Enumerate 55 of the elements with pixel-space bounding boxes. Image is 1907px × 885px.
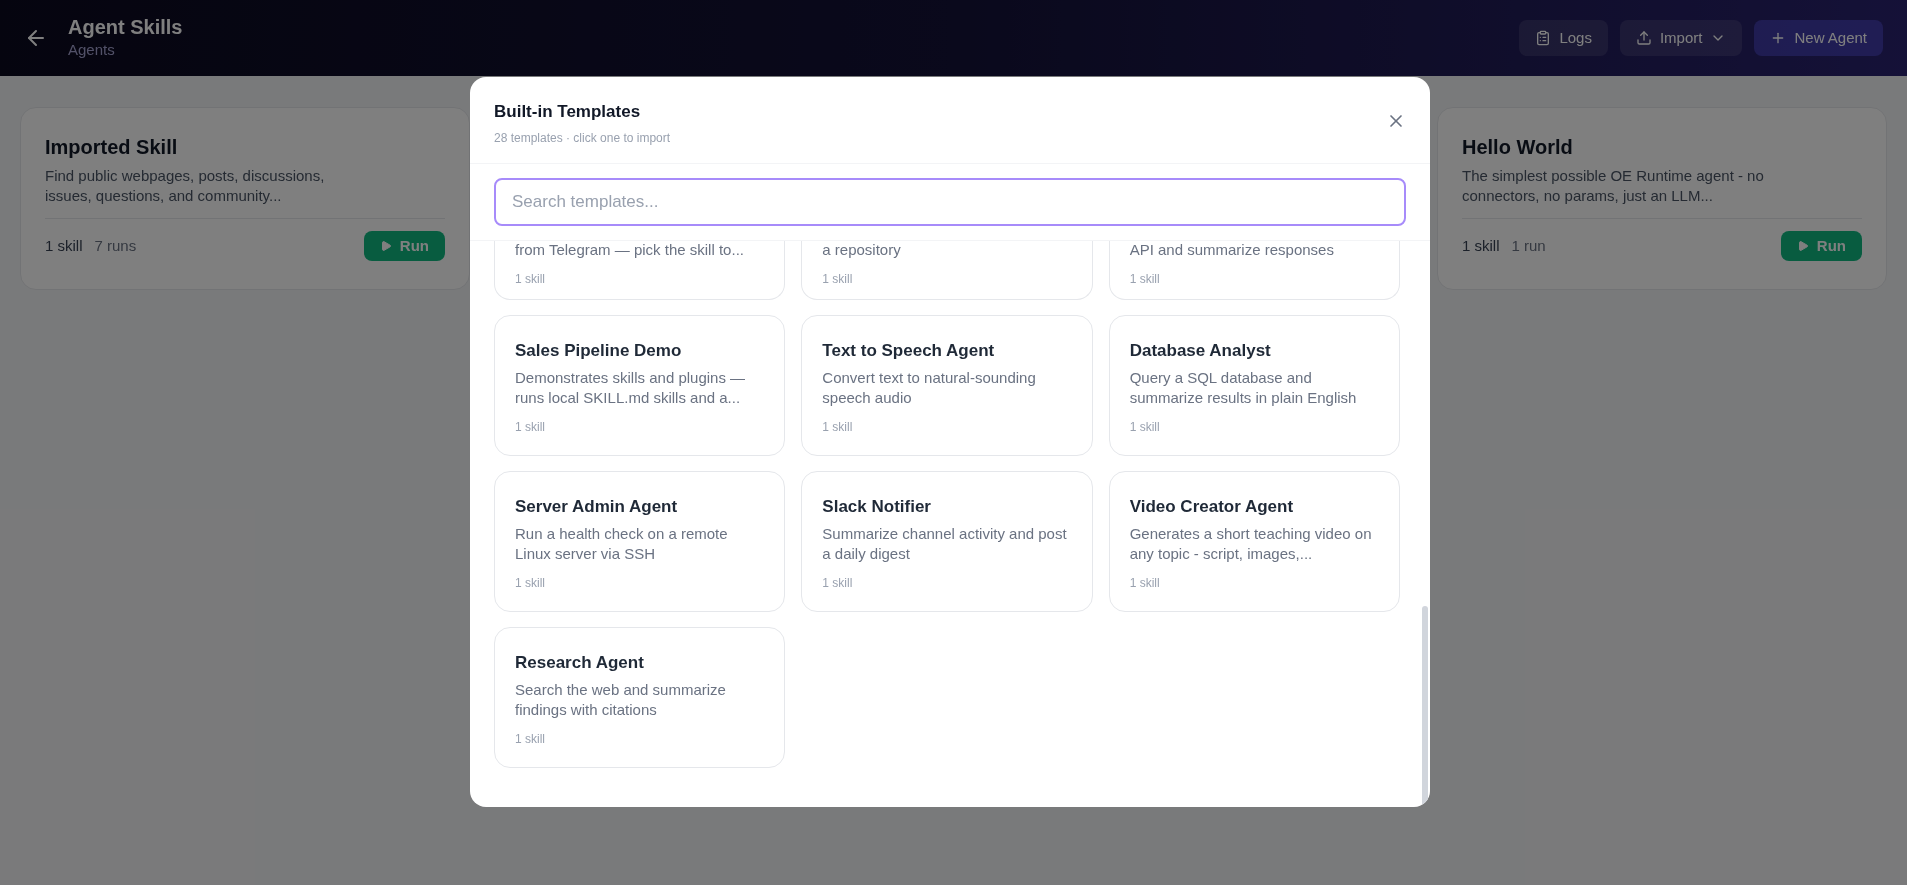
scrollbar-thumb[interactable] [1422,606,1428,806]
run-count: 7 runs [94,235,137,256]
template-name: Text to Speech Agent [822,340,996,362]
template-skill-count: 1 skill [822,271,854,288]
agent-name: Hello World [1462,135,1574,160]
template-description: Convert text to natural-sounding speech audio [822,367,1037,408]
template-skill-count: 1 skill [515,730,546,748]
play-icon [379,240,392,252]
template-name: Sales Pipeline Demo [515,340,683,362]
template-description: Run a health check on a remote Linux server via SSH [515,523,729,564]
template-description: from Telegram — pick the skill to... [515,241,745,260]
template-description: Demonstrates skills and plugins — runs local SKILL.md skills and a... [515,367,747,408]
template-card[interactable]: Sales Pipeline Demo Demonstrates skills and plugins — runs local SKILL.md skills and a... 1 skill [494,315,786,456]
template-skill-count: 1 skill [1129,418,1161,436]
template-name: Database Analyst [1129,340,1272,362]
template-card[interactable]: Database Analyst Query a SQL database and summarize results in plain English 1 skill [1108,315,1400,456]
template-skill-count: 1 skill [515,574,546,592]
template-name: Slack Notifier [822,496,932,518]
template-skill-count: 1 skill [822,574,854,592]
skill-count: 1 skill [1462,235,1500,256]
template-description: Summarize channel activity and post a daily digest [822,523,1068,564]
template-name: Server Admin Agent [515,496,679,518]
template-description: a repository [822,241,902,260]
search-field[interactable]: Search templates... [494,178,1406,226]
template-card[interactable]: a repository 1 skill [801,241,1093,300]
agent-name: Imported Skill [45,135,179,160]
template-card[interactable]: API and summarize responses 1 skill [1108,241,1400,300]
agent-description: Find public webpages, posts, discussions, issues, questions, and community... [45,166,326,206]
dialog-subtitle: 28 templates · click one to import [494,129,671,147]
template-description: Query a SQL database and summarize results in plain English [1129,367,1358,408]
template-card[interactable]: Text to Speech Agent Convert text to natural-sounding speech audio 1 skill [801,315,1093,456]
template-skill-count: 1 skill [515,271,546,288]
page-subtitle: Agents [68,39,116,60]
skill-count: 1 skill [45,235,83,256]
template-name: Video Creator Agent [1129,496,1295,518]
template-card[interactable]: Server Admin Agent Run a health check on a remote Linux server via SSH 1 skill [494,471,786,612]
page-title: Agent Skills [68,14,183,39]
template-skill-count: 1 skill [1129,574,1161,592]
template-card[interactable]: from Telegram — pick the skill to... 1 skill [494,241,786,300]
template-card[interactable]: Video Creator Agent Generates a short teaching video on any topic - script, images,... 1 skill [1108,471,1400,612]
template-description: Generates a short teaching video on any topic - script, images,... [1129,523,1373,564]
agent-description: The simplest possible OE Runtime agent - no connectors, no params, just an LLM... [1462,166,1765,206]
template-description: API and summarize responses [1129,241,1335,260]
upload-icon [1635,30,1652,46]
run-count: 1 run [1511,235,1546,256]
template-skill-count: 1 skill [1129,271,1161,288]
template-skill-count: 1 skill [515,418,546,436]
play-icon [1796,240,1809,252]
template-skill-count: 1 skill [822,418,854,436]
template-card[interactable]: Slack Notifier Summarize channel activity and post a daily digest 1 skill [801,471,1093,612]
template-description: Search the web and summarize findings with citations [515,679,727,720]
template-name: Research Agent [515,652,645,674]
dialog-title: Built-in Templates [494,101,642,123]
clipboard-icon [1535,30,1552,46]
template-card[interactable]: Research Agent Search the web and summarize findings with citations 1 skill [494,627,786,768]
